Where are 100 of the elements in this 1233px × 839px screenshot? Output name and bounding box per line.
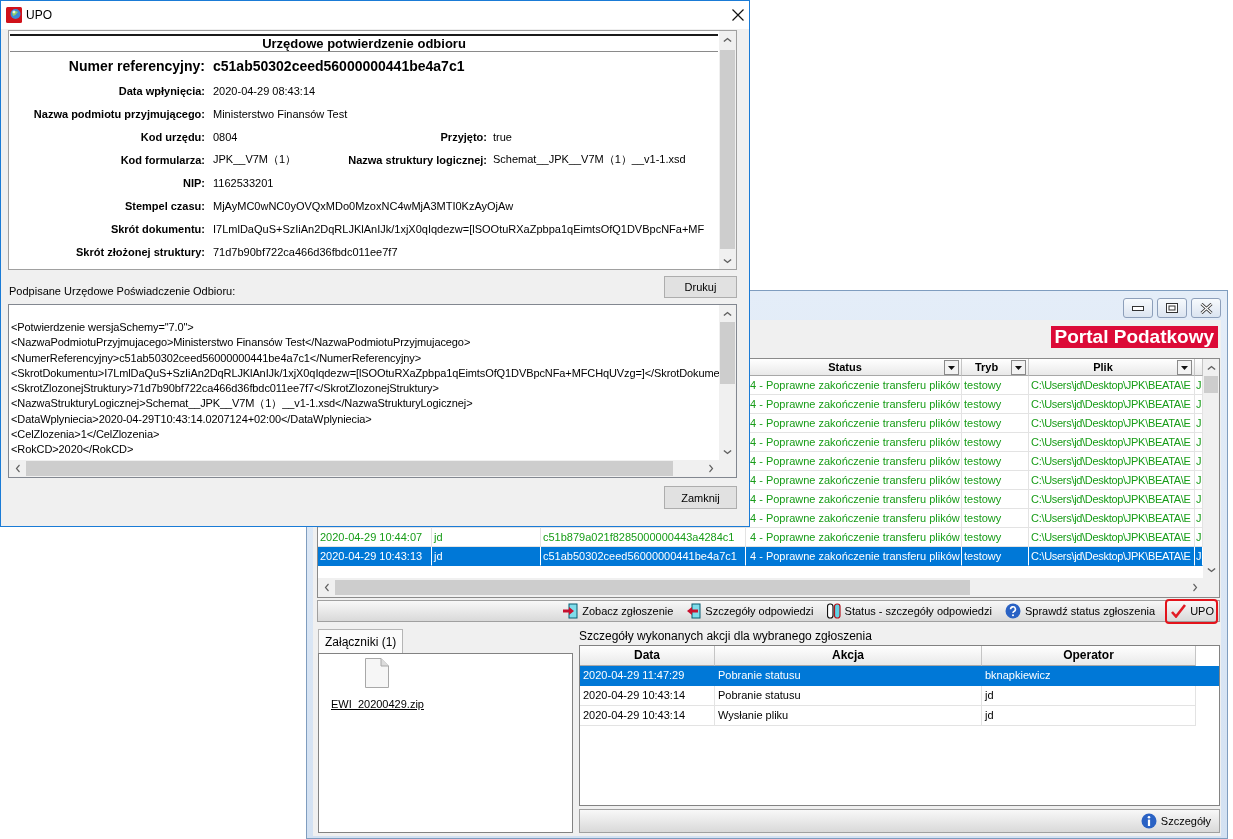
field-value: Ministerstwo Finansów Test	[213, 107, 348, 120]
chevron-up-icon[interactable]	[723, 310, 732, 317]
print-button[interactable]: Drukuj	[664, 276, 737, 298]
chevron-down-icon[interactable]	[1206, 566, 1216, 573]
chevron-right-icon[interactable]	[1191, 583, 1198, 592]
file-link[interactable]: EWI_20200429.zip	[331, 698, 424, 710]
scrollbar-thumb[interactable]	[720, 322, 735, 384]
chevron-up-icon[interactable]	[723, 36, 732, 43]
column-header[interactable]: Akcja	[715, 646, 982, 666]
table-cell: testowy	[962, 433, 1029, 452]
table-cell: 2020-04-29 10:43:14	[580, 706, 715, 726]
field-label: Data wpłynięcia:	[118, 84, 205, 97]
table-cell: jd	[432, 547, 541, 566]
table-row[interactable]: 2020-04-29 10:43:14 Pobranie statusu jd	[580, 686, 1219, 706]
field-value: c51ab50302ceed56000000441be4a7c1	[213, 57, 465, 74]
field-label: Kod formularza:	[120, 153, 205, 166]
table-cell: C:\Users\jd\Desktop\JPK\BEATA\E	[1029, 433, 1195, 452]
xml-text-area[interactable]	[8, 304, 737, 478]
table-cell: 2020-04-29 10:43:13	[318, 547, 432, 566]
scrollbar-thumb[interactable]	[335, 580, 970, 595]
table-cell: testowy	[962, 452, 1029, 471]
vertical-scrollbar[interactable]	[719, 31, 736, 269]
check-icon	[1171, 604, 1187, 618]
field-label: Nazwa struktury logicznej:	[348, 153, 487, 166]
attachments-tab[interactable]: Załączniki (1)	[318, 629, 404, 653]
table-cell: bknapkiewicz	[982, 666, 1196, 686]
table-cell: testowy	[962, 509, 1029, 528]
globe-icon	[6, 7, 22, 23]
portal-logo: Portal Podatkowy	[1050, 326, 1218, 348]
toolbar-button[interactable]: Sprawdź status zgłoszenia	[1001, 601, 1159, 621]
field-value: 71d7b90bf722ca466d36fbdc011ee7f7	[213, 245, 398, 258]
column-header[interactable]: Plik	[1029, 359, 1195, 376]
table-cell: C:\Users\jd\Desktop\JPK\BEATA\E	[1029, 547, 1195, 566]
table-cell: C:\Users\jd\Desktop\JPK\BEATA\E	[1029, 452, 1195, 471]
table-cell: testowy	[962, 547, 1029, 566]
code-line: <SkrotZlozonejStruktury>71d7b90bf722ca466d36fbdc011ee7f7</SkrotZlozonejStruktury>	[11, 381, 439, 397]
table-cell: 2020-04-29 10:43:14	[580, 686, 715, 706]
toolbar-button[interactable]: Status - szczegóły odpowiedzi	[823, 601, 995, 621]
table-cell: jd	[982, 706, 1196, 726]
table-cell: 4 - Poprawne zakończenie transferu plików	[746, 547, 962, 566]
chevron-left-icon[interactable]	[323, 583, 330, 592]
field-value: JPK__V7M（1）	[213, 152, 297, 167]
field-value: 0804	[213, 130, 238, 143]
table-row[interactable]: 2020-04-29 11:47:29 Pobranie statusu bknapkiewicz	[580, 666, 1219, 686]
field-value: 1162533201	[213, 176, 274, 189]
table-cell: 2020-04-29 11:47:29	[580, 666, 715, 686]
horizontal-scrollbar[interactable]	[318, 578, 1203, 597]
chevron-down-icon[interactable]	[723, 257, 732, 264]
table-cell: C:\Users\jd\Desktop\JPK\BEATA\E	[1029, 509, 1195, 528]
chevron-right-icon[interactable]	[707, 464, 714, 473]
scrollbar-thumb[interactable]	[1204, 376, 1218, 393]
minimize-button[interactable]	[1123, 298, 1153, 318]
document-heading: Urzędowe potwierdzenie odbioru	[262, 36, 466, 51]
table-cell: testowy	[962, 414, 1029, 433]
table-cell: testowy	[962, 395, 1029, 414]
toolbar-button[interactable]: UPO	[1165, 598, 1218, 624]
toolbar-button[interactable]: Szczegóły odpowiedzi	[683, 601, 817, 621]
vertical-scrollbar[interactable]	[719, 305, 736, 460]
close-button[interactable]: Zamknij	[664, 486, 737, 509]
scrollbar-thumb[interactable]	[26, 461, 673, 476]
column-header[interactable]: Data	[580, 646, 715, 666]
field-label: Skrót dokumentu:	[110, 222, 205, 235]
field-value: 2020-04-29 08:43:14	[213, 84, 316, 97]
field-label: Stempel czasu:	[124, 199, 205, 212]
close-icon[interactable]	[732, 9, 744, 21]
code-line: <NumerReferencyjny>c51ab50302ceed56000000441be4a7c1</NumerReferencyjny>	[11, 350, 421, 366]
close-button[interactable]	[1191, 298, 1221, 318]
section-label: Podpisane Urzędowe Poświadczenie Odbioru:	[9, 285, 236, 297]
toolbar-button[interactable]: Zobacz zgłoszenie	[560, 601, 677, 621]
field-label: NIP:	[183, 176, 205, 189]
field-value: MjAyMC0wNC0yOVQxMDo0MzoxNC4wMjA3MTI0KzAyOjAw	[213, 199, 514, 212]
scrollbar-thumb[interactable]	[720, 50, 735, 249]
details-button[interactable]: Szczegóły	[1137, 811, 1214, 831]
table-row[interactable]: 2020-04-29 10:43:13 jd c51ab50302ceed56000000441be4a7c1 4 - Poprawne zakończenie transferu plików testowy C:\Users\jd\Desktop\JPK\BEATA\E J	[318, 547, 1203, 566]
chevron-down-icon[interactable]	[723, 448, 732, 455]
code-line: <RokCD>2020</RokCD>	[11, 442, 134, 458]
document-arrow-icon	[563, 603, 579, 619]
maximize-icon	[1166, 303, 1178, 313]
document-arrow-icon	[686, 603, 702, 619]
close-icon	[1199, 302, 1213, 314]
horizontal-scrollbar[interactable]	[9, 460, 719, 477]
table-row[interactable]: 2020-04-29 10:43:14 Wysłanie pliku jd	[580, 706, 1219, 726]
maximize-button[interactable]	[1157, 298, 1187, 318]
field-label: Numer referencyjny:	[68, 57, 205, 74]
field-value: true	[493, 130, 512, 143]
table-cell: C:\Users\jd\Desktop\JPK\BEATA\E	[1029, 471, 1195, 490]
column-header[interactable]: Operator	[982, 646, 1196, 666]
section-caption: Szczegóły wykonanych akcji dla wybranego zgłoszenia	[579, 628, 872, 645]
help-icon	[1004, 603, 1021, 619]
table-cell: jd	[982, 686, 1196, 706]
code-line: <NazwaPodmiotuPrzyjmujacego>Ministerstwo Finansów Test</NazwaPodmiotuPrzyjmujacego>	[11, 335, 471, 351]
field-value: Schemat__JPK__V7M（1）__v1-1.xsd	[493, 152, 686, 167]
table-cell: c51ab50302ceed56000000441be4a7c1	[541, 547, 746, 566]
chevron-left-icon[interactable]	[14, 464, 21, 473]
window-title: UPO	[26, 8, 52, 22]
vertical-scrollbar[interactable]	[1203, 359, 1219, 578]
field-value: I7LmlDaQuS+SzIiAn2DqRLJKlAnIJk/1xjX0qIqdezw=[lSOOtuRXaZpbpa1qEimtsOfQ1DVBpcNFa+MF	[213, 222, 705, 235]
column-header[interactable]: Tryb	[962, 359, 1029, 376]
table-cell: testowy	[962, 490, 1029, 509]
chevron-up-icon[interactable]	[1206, 364, 1216, 371]
